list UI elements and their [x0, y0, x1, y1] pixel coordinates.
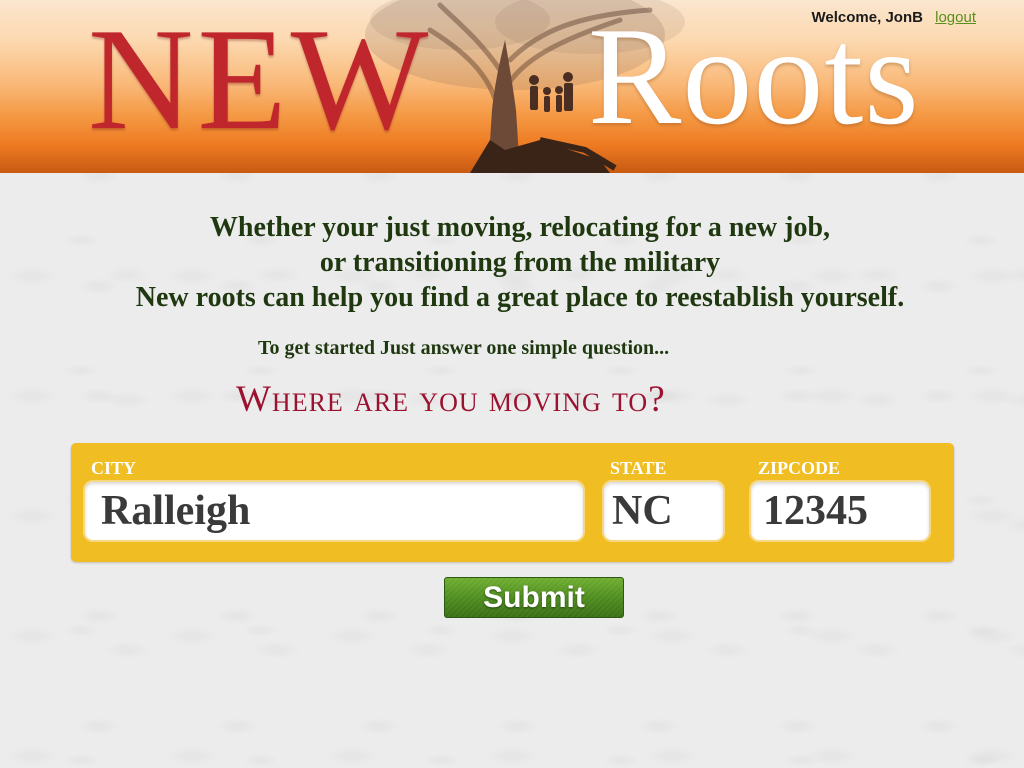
zipcode-label: ZIPCODE [758, 458, 841, 478]
state-label: STATE [610, 458, 667, 478]
intro-line-2: or transitioning from the military [319, 247, 721, 278]
header-banner: NEW Roots Welcome, JonB logout [0, 0, 1024, 173]
moving-question-heading: Where are you moving to? [236, 379, 666, 420]
user-box: Welcome, JonB logout [812, 9, 976, 26]
welcome-text: Welcome, JonB [811, 9, 923, 26]
logo-new-text: NEW [88, 0, 433, 160]
submit-button[interactable]: Submit [444, 577, 624, 618]
intro-text: Whether your just moving, relocating for… [0, 210, 1024, 315]
intro-line-1: Whether your just moving, relocating for… [209, 212, 831, 243]
state-input[interactable] [602, 480, 725, 542]
zipcode-input[interactable] [749, 480, 931, 542]
city-label: CITY [91, 458, 137, 478]
city-input[interactable] [83, 480, 585, 542]
get-started-prompt: To get started Just answer one simple qu… [258, 337, 670, 359]
location-form: CITY STATE ZIPCODE [71, 443, 954, 562]
intro-line-3: New roots can help you find a great plac… [135, 282, 905, 313]
logout-link[interactable]: logout [935, 9, 976, 26]
